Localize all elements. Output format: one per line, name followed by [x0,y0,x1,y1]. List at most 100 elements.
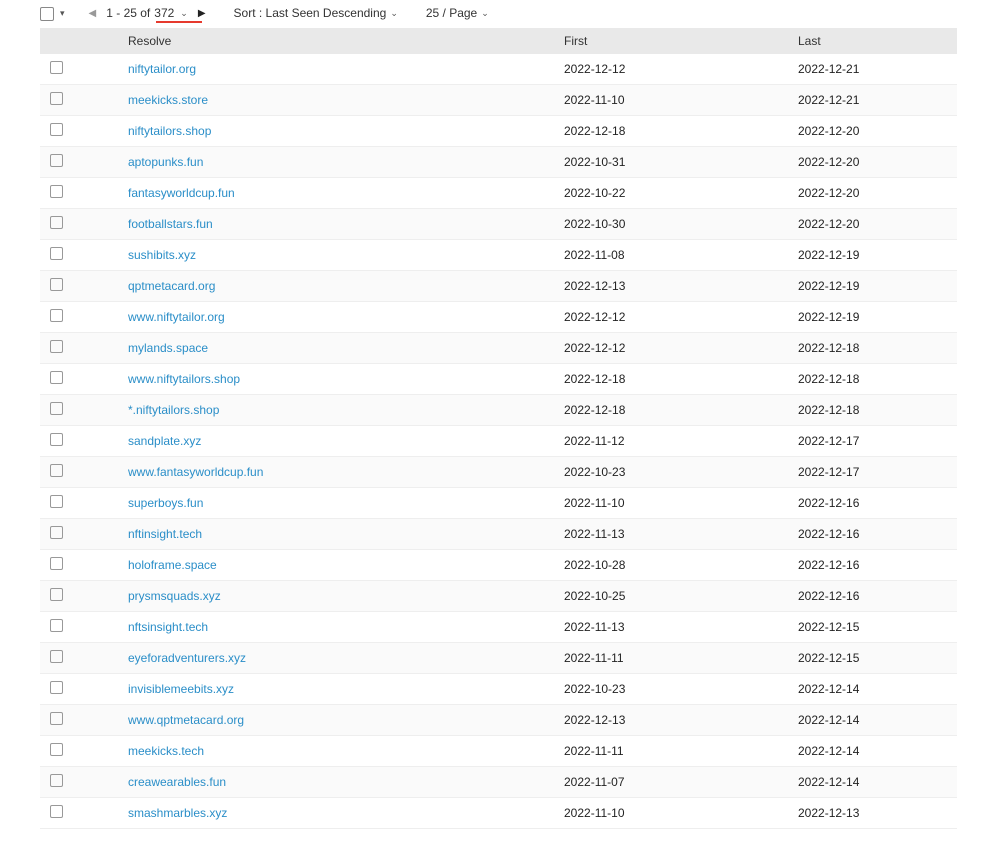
row-checkbox[interactable] [50,495,63,508]
table-row: qptmetacard.org2022-12-132022-12-19 [40,271,957,302]
row-checkbox[interactable] [50,92,63,105]
row-checkbox[interactable] [50,154,63,167]
last-seen-cell: 2022-12-16 [790,550,957,581]
resolve-link[interactable]: www.niftytailors.shop [128,372,240,386]
resolve-link[interactable]: meekicks.tech [128,744,204,758]
last-seen-cell: 2022-12-18 [790,364,957,395]
row-checkbox[interactable] [50,743,63,756]
first-seen-cell: 2022-12-12 [556,302,790,333]
resolve-link[interactable]: creawearables.fun [128,775,226,789]
last-seen-cell: 2022-12-18 [790,395,957,426]
last-seen-cell: 2022-12-20 [790,116,957,147]
resolve-link[interactable]: eyeforadventurers.xyz [128,651,246,665]
first-seen-cell: 2022-12-18 [556,395,790,426]
first-seen-cell: 2022-10-23 [556,457,790,488]
row-checkbox[interactable] [50,681,63,694]
resolve-link[interactable]: superboys.fun [128,496,203,510]
next-page-arrow-icon[interactable]: ▶ [198,8,206,19]
first-seen-cell: 2022-11-08 [556,240,790,271]
resolve-link[interactable]: nftsinsight.tech [128,620,208,634]
row-checkbox[interactable] [50,464,63,477]
row-checkbox[interactable] [50,247,63,260]
resolve-link[interactable]: qptmetacard.org [128,279,215,293]
col-first[interactable]: First [556,28,790,54]
row-checkbox[interactable] [50,433,63,446]
per-page-dropdown[interactable]: 25 / Page ⌄ [426,6,489,20]
row-checkbox[interactable] [50,278,63,291]
table-row: creawearables.fun2022-11-072022-12-14 [40,767,957,798]
resolve-link[interactable]: footballstars.fun [128,217,213,231]
table-row: www.niftytailors.shop 2022-12-182022-12-1… [40,364,957,395]
col-last[interactable]: Last [790,28,957,54]
resolve-link[interactable]: smashmarbles.xyz [128,806,227,820]
last-seen-cell: 2022-12-18 [790,333,957,364]
table-row: aptopunks.fun2022-10-312022-12-20 [40,147,957,178]
row-checkbox[interactable] [50,805,63,818]
page-range-dropdown[interactable]: 1 - 25 of 372 ⌄ [106,6,188,20]
resolve-link[interactable]: sushibits.xyz [128,248,196,262]
first-seen-cell: 2022-10-22 [556,178,790,209]
first-seen-cell: 2022-11-07 [556,767,790,798]
table-row: *.niftytailors.shop 2022-12-182022-12-18 [40,395,957,426]
resolve-link[interactable]: *.niftytailors.shop [128,403,219,417]
row-checkbox[interactable] [50,619,63,632]
page-range-prefix: 1 - 25 of [106,6,150,20]
resolve-link[interactable]: www.niftytailor.org [128,310,225,324]
chevron-down-icon: ⌄ [390,8,398,19]
resolve-link[interactable]: aptopunks.fun [128,155,203,169]
row-checkbox[interactable] [50,557,63,570]
prev-page-arrow-icon[interactable]: ◀ [89,8,97,19]
resolve-link[interactable]: prysmsquads.xyz [128,589,221,603]
resolve-link[interactable]: fantasyworldcup.fun [128,186,235,200]
chevron-down-icon: ⌄ [180,8,188,19]
table-row: fantasyworldcup.fun2022-10-222022-12-20 [40,178,957,209]
select-all-checkbox[interactable] [40,7,54,21]
resolve-link[interactable]: invisiblemeebits.xyz [128,682,234,696]
row-checkbox[interactable] [50,712,63,725]
table-row: sushibits.xyz 2022-11-082022-12-19 [40,240,957,271]
resolve-link[interactable]: www.qptmetacard.org [128,713,244,727]
row-checkbox[interactable] [50,340,63,353]
last-seen-cell: 2022-12-19 [790,302,957,333]
row-checkbox[interactable] [50,216,63,229]
first-seen-cell: 2022-10-28 [556,550,790,581]
resolve-link[interactable]: www.fantasyworldcup.fun [128,465,263,479]
last-seen-cell: 2022-12-19 [790,240,957,271]
table-row: prysmsquads.xyz2022-10-252022-12-16 [40,581,957,612]
table-row: nftsinsight.tech2022-11-132022-12-15 [40,612,957,643]
resolve-link[interactable]: mylands.space [128,341,208,355]
first-seen-cell: 2022-12-13 [556,271,790,302]
row-checkbox[interactable] [50,309,63,322]
row-checkbox[interactable] [50,123,63,136]
resolve-link[interactable]: sandplate.xyz [128,434,201,448]
table-row: meekicks.store2022-11-102022-12-21 [40,85,957,116]
select-all-caret-icon[interactable]: ▾ [60,8,65,19]
resolve-link[interactable]: nftinsight.tech [128,527,202,541]
sort-dropdown[interactable]: Sort : Last Seen Descending ⌄ [234,6,398,20]
resolve-link[interactable]: holoframe.space [128,558,217,572]
first-seen-cell: 2022-12-18 [556,364,790,395]
table-row: www.niftytailor.org 2022-12-122022-12-19 [40,302,957,333]
row-checkbox[interactable] [50,650,63,663]
row-checkbox[interactable] [50,185,63,198]
first-seen-cell: 2022-11-13 [556,612,790,643]
row-checkbox[interactable] [50,588,63,601]
last-seen-cell: 2022-12-17 [790,426,957,457]
row-checkbox[interactable] [50,61,63,74]
resolve-link[interactable]: niftytailors.shop [128,124,211,138]
table-row: www.fantasyworldcup.fun 2022-10-232022-12… [40,457,957,488]
highlight-underline [156,21,202,23]
row-checkbox[interactable] [50,402,63,415]
last-seen-cell: 2022-12-21 [790,54,957,85]
first-seen-cell: 2022-10-31 [556,147,790,178]
col-resolve[interactable]: Resolve [120,28,556,54]
row-checkbox[interactable] [50,774,63,787]
row-checkbox[interactable] [50,371,63,384]
row-checkbox[interactable] [50,526,63,539]
table-row: nftinsight.tech2022-11-132022-12-16 [40,519,957,550]
last-seen-cell: 2022-12-14 [790,674,957,705]
resolve-link[interactable]: meekicks.store [128,93,208,107]
table-row: sandplate.xyz2022-11-122022-12-17 [40,426,957,457]
last-seen-cell: 2022-12-17 [790,457,957,488]
resolve-link[interactable]: niftytailor.org [128,62,196,76]
